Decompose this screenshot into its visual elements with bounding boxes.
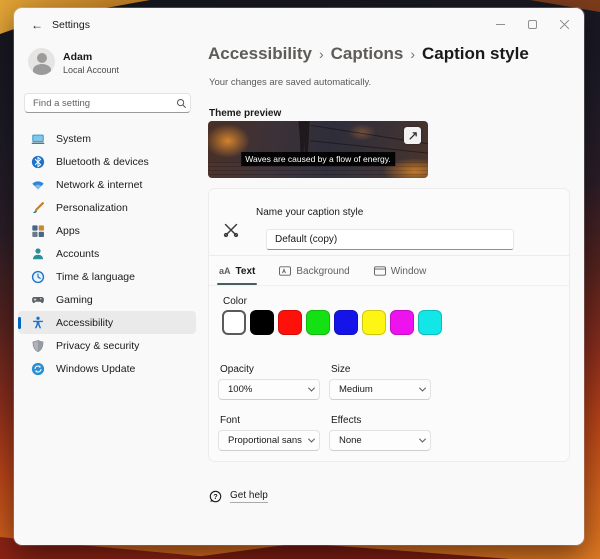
tab-background[interactable]: Background bbox=[279, 259, 349, 283]
breadcrumb-captions[interactable]: Captions bbox=[331, 44, 404, 64]
sidebar-item-personalization[interactable]: Personalization bbox=[18, 196, 196, 219]
color-swatches bbox=[222, 310, 442, 335]
sidebar-item-label: Time & language bbox=[56, 271, 135, 283]
privacy-shield-icon bbox=[30, 338, 45, 353]
user-account-type: Local Account bbox=[63, 65, 119, 75]
sidebar-item-label: System bbox=[56, 133, 91, 145]
page-title: Caption style bbox=[422, 44, 529, 64]
breadcrumb-separator: › bbox=[410, 46, 415, 62]
tab-text[interactable]: aA Text bbox=[219, 259, 255, 283]
sidebar-item-network[interactable]: Network & internet bbox=[18, 173, 196, 196]
size-label: Size bbox=[331, 364, 350, 375]
theme-preview-label: Theme preview bbox=[209, 108, 281, 119]
apps-icon bbox=[30, 223, 45, 238]
sidebar-item-accessibility[interactable]: Accessibility bbox=[18, 311, 196, 334]
caption-style-icon bbox=[222, 221, 240, 244]
sidebar-item-label: Gaming bbox=[56, 294, 93, 306]
color-swatch-cyan[interactable] bbox=[418, 310, 442, 335]
preview-caption-text: Waves are caused by a flow of energy. bbox=[241, 152, 395, 166]
autosave-note: Your changes are saved automatically. bbox=[209, 77, 371, 88]
breadcrumb: Accessibility › Captions › Caption style bbox=[208, 44, 529, 64]
caption-style-tabs: aA Text Background Window bbox=[219, 259, 450, 283]
color-swatch-yellow[interactable] bbox=[362, 310, 386, 335]
main-content: Accessibility › Captions › Caption style… bbox=[208, 8, 584, 545]
gaming-icon bbox=[30, 292, 45, 307]
sidebar-item-label: Privacy & security bbox=[56, 340, 139, 352]
sidebar-item-label: Network & internet bbox=[56, 179, 142, 191]
help-icon: ? bbox=[209, 490, 222, 503]
caption-name-input[interactable] bbox=[266, 229, 514, 250]
background-tab-icon bbox=[279, 266, 291, 276]
sidebar-item-apps[interactable]: Apps bbox=[18, 219, 196, 242]
color-swatch-black[interactable] bbox=[250, 310, 274, 335]
font-dropdown[interactable]: Proportional sans s... bbox=[218, 430, 320, 451]
sidebar-item-label: Windows Update bbox=[56, 363, 135, 375]
system-icon bbox=[30, 131, 45, 146]
divider bbox=[209, 255, 569, 256]
chevron-down-icon bbox=[303, 387, 319, 392]
color-swatch-blue[interactable] bbox=[334, 310, 358, 335]
search-box[interactable] bbox=[24, 93, 191, 113]
get-help-link[interactable]: ? Get help bbox=[209, 490, 268, 503]
effects-label: Effects bbox=[331, 415, 361, 426]
expand-preview-button[interactable] bbox=[404, 127, 421, 144]
color-swatch-red[interactable] bbox=[278, 310, 302, 335]
svg-text:?: ? bbox=[213, 492, 218, 501]
sidebar-item-label: Accounts bbox=[56, 248, 99, 260]
tab-window[interactable]: Window bbox=[374, 259, 427, 283]
bluetooth-icon bbox=[30, 154, 45, 169]
expand-preview-icon bbox=[408, 131, 418, 141]
caption-name-label: Name your caption style bbox=[256, 207, 363, 218]
personalization-icon bbox=[30, 200, 45, 215]
divider bbox=[209, 285, 569, 286]
theme-preview-image: Waves are caused by a flow of energy. bbox=[208, 121, 428, 178]
wallpaper-shape bbox=[180, 543, 510, 559]
back-button[interactable]: ← bbox=[28, 17, 46, 33]
accessibility-icon bbox=[30, 315, 45, 330]
accounts-icon bbox=[30, 246, 45, 261]
sidebar-item-bluetooth[interactable]: Bluetooth & devices bbox=[18, 150, 196, 173]
network-icon bbox=[30, 177, 45, 192]
search-icon[interactable] bbox=[172, 98, 190, 109]
user-name: Adam bbox=[63, 51, 92, 63]
chevron-down-icon bbox=[414, 438, 430, 443]
sidebar-item-windows-update[interactable]: Windows Update bbox=[18, 357, 196, 380]
chevron-down-icon bbox=[414, 387, 430, 392]
windows-update-icon bbox=[30, 361, 45, 376]
sidebar-item-accounts[interactable]: Accounts bbox=[18, 242, 196, 265]
font-label: Font bbox=[220, 415, 240, 426]
settings-window: ← Settings Adam Local Account System bbox=[14, 8, 584, 545]
text-tab-icon: aA bbox=[219, 266, 231, 276]
color-swatch-magenta[interactable] bbox=[390, 310, 414, 335]
opacity-label: Opacity bbox=[220, 364, 254, 375]
size-dropdown[interactable]: Medium bbox=[329, 379, 431, 400]
opacity-dropdown[interactable]: 100% bbox=[218, 379, 320, 400]
sidebar-item-time-language[interactable]: Time & language bbox=[18, 265, 196, 288]
breadcrumb-separator: › bbox=[319, 46, 324, 62]
sidebar-item-gaming[interactable]: Gaming bbox=[18, 288, 196, 311]
sidebar-item-label: Accessibility bbox=[56, 317, 113, 329]
caption-style-card: Name your caption style aA Text Backgrou… bbox=[208, 188, 570, 462]
breadcrumb-accessibility[interactable]: Accessibility bbox=[208, 44, 312, 64]
color-swatch-white[interactable] bbox=[222, 310, 246, 335]
time-language-icon bbox=[30, 269, 45, 284]
color-label: Color bbox=[223, 296, 247, 307]
effects-dropdown[interactable]: None bbox=[329, 430, 431, 451]
avatar[interactable] bbox=[28, 48, 55, 75]
sidebar-item-label: Bluetooth & devices bbox=[56, 156, 149, 168]
search-input[interactable] bbox=[25, 98, 172, 109]
sidebar-item-label: Personalization bbox=[56, 202, 128, 214]
window-tab-icon bbox=[374, 266, 386, 276]
window-title: Settings bbox=[52, 19, 90, 31]
sidebar-item-label: Apps bbox=[56, 225, 80, 237]
sidebar-item-system[interactable]: System bbox=[18, 127, 196, 150]
chevron-down-icon bbox=[303, 438, 319, 443]
color-swatch-green[interactable] bbox=[306, 310, 330, 335]
sidebar-nav: System Bluetooth & devices Network & int… bbox=[18, 127, 196, 380]
sidebar-item-privacy[interactable]: Privacy & security bbox=[18, 334, 196, 357]
